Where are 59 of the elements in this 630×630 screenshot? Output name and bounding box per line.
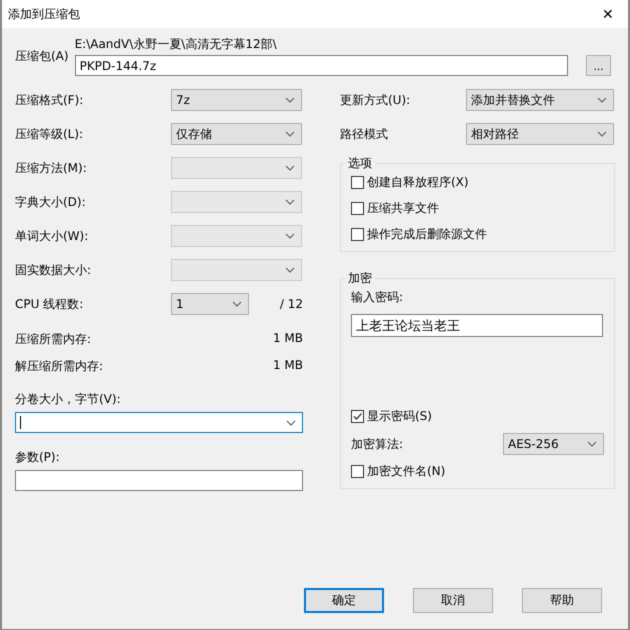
archive-path: E:\AandV\永野一夏\高清无字幕12部\ bbox=[74, 36, 278, 53]
setting-label: 字典大小(D): bbox=[15, 194, 87, 210]
setting-label: 压缩方法(M): bbox=[15, 160, 88, 176]
chevron-icon bbox=[597, 97, 607, 103]
chevron-icon bbox=[286, 420, 296, 426]
dropdown[interactable]: 添加并替换文件 bbox=[466, 89, 614, 111]
close-button[interactable]: ✕ bbox=[588, 0, 628, 28]
memory-value: 1 MB bbox=[272, 331, 303, 347]
setting-label: 固实数据大小: bbox=[15, 262, 92, 278]
encryption-method-label: 加密算法: bbox=[351, 436, 404, 452]
checkbox[interactable] bbox=[351, 228, 364, 241]
checkbox-label: 加密文件名(N) bbox=[367, 463, 446, 480]
chevron-icon bbox=[587, 441, 597, 447]
chevron-icon bbox=[285, 131, 295, 137]
dialog-button[interactable]: 确定 bbox=[304, 588, 384, 613]
checkbox[interactable] bbox=[351, 176, 364, 189]
setting-label: 压缩格式(F): bbox=[15, 92, 84, 108]
memory-label: 解压缩所需内存: bbox=[15, 358, 104, 375]
split-label: 分卷大小，字节(V): bbox=[15, 391, 122, 408]
group-title: 选项 bbox=[347, 155, 373, 172]
setting-label: 更新方式(U): bbox=[340, 92, 412, 108]
dropdown[interactable]: 相对路径 bbox=[466, 123, 614, 145]
checkbox-label: 压缩共享文件 bbox=[367, 200, 439, 217]
checkbox-label: 操作完成后删除源文件 bbox=[367, 226, 487, 243]
password-label: 输入密码: bbox=[351, 289, 404, 306]
window-title: 添加到压缩包 bbox=[8, 6, 80, 22]
chevron-icon bbox=[285, 199, 295, 205]
chevron-icon bbox=[285, 165, 295, 171]
checkbox[interactable] bbox=[351, 465, 364, 478]
chevron-icon bbox=[597, 131, 607, 137]
memory-value: 1 MB bbox=[272, 358, 303, 374]
parameters-field[interactable] bbox=[15, 470, 303, 491]
checkbox-label: 创建自释放程序(X) bbox=[367, 174, 469, 191]
dropdown[interactable]: 7z bbox=[171, 89, 302, 111]
checkbox-label: 显示密码(S) bbox=[367, 408, 432, 425]
dialog-button[interactable]: 取消 bbox=[413, 588, 493, 613]
setting-label: 单词大小(W): bbox=[15, 228, 90, 244]
chevron-icon bbox=[285, 267, 295, 273]
dropdown[interactable]: AES-256 bbox=[503, 433, 604, 455]
group-title: 加密 bbox=[347, 270, 373, 287]
dropdown[interactable]: 仅存储 bbox=[171, 123, 302, 145]
checkbox[interactable] bbox=[351, 202, 364, 215]
chevron-icon bbox=[285, 97, 295, 103]
browse-button[interactable]: ... bbox=[586, 55, 611, 76]
thread-max: / 12 bbox=[280, 297, 303, 311]
setting-label: 压缩等级(L): bbox=[15, 126, 84, 142]
setting-label: CPU 线程数: bbox=[15, 296, 84, 312]
setting-label: 路径模式 bbox=[340, 126, 389, 142]
memory-label: 压缩所需内存: bbox=[15, 331, 92, 348]
chevron-icon bbox=[232, 301, 242, 307]
archive-label: 压缩包(A) bbox=[15, 48, 69, 64]
dialog-button[interactable]: 帮助 bbox=[522, 588, 602, 613]
checkbox[interactable] bbox=[351, 410, 364, 423]
split-size-field[interactable] bbox=[15, 412, 303, 433]
password-field[interactable]: 上老王论坛当老王 bbox=[351, 314, 603, 337]
dropdown[interactable]: 1 bbox=[171, 293, 249, 315]
chevron-icon bbox=[285, 233, 295, 239]
archive-name-field[interactable]: PKPD-144.7z bbox=[74, 55, 568, 76]
parameters-label: 参数(P): bbox=[15, 449, 61, 466]
